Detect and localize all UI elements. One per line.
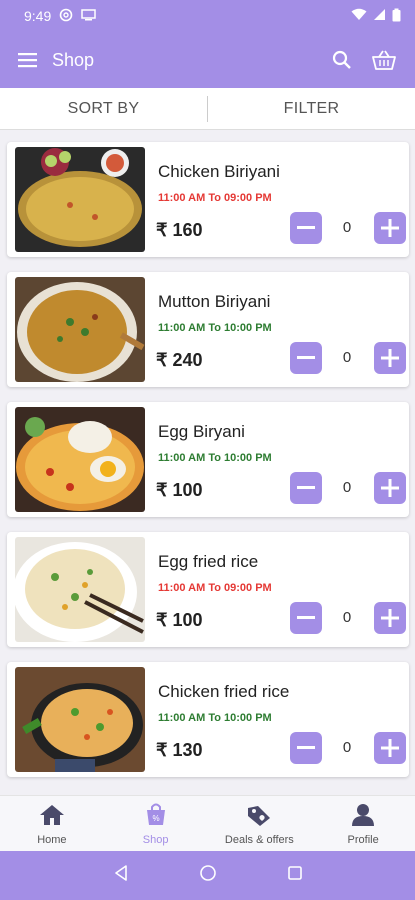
product-name: Chicken Biriyani xyxy=(158,162,280,181)
increase-quantity-button[interactable] xyxy=(374,602,406,634)
status-time: 9:49 xyxy=(24,8,52,24)
page-title: Shop xyxy=(52,49,95,70)
screen-icon xyxy=(81,8,96,24)
nav-deals-label: Deals & offers xyxy=(224,834,294,846)
decrease-quantity-button[interactable] xyxy=(290,342,322,374)
increase-quantity-button[interactable] xyxy=(374,212,406,244)
deals-tag-icon xyxy=(246,804,272,831)
nav-home-label: Home xyxy=(37,834,67,846)
decrease-quantity-button[interactable] xyxy=(290,602,322,634)
product-price: ₹ 130 xyxy=(156,740,203,760)
product-image xyxy=(15,147,145,252)
product-image xyxy=(15,277,145,382)
nav-shop[interactable]: % Shop xyxy=(104,796,208,852)
product-card[interactable]: Egg fried rice 11:00 AM To 09:00 PM ₹ 10… xyxy=(7,532,409,647)
product-name: Egg fried rice xyxy=(158,552,259,571)
sort-filter-bar: SORT BY FILTER xyxy=(0,88,415,130)
product-card[interactable]: Chicken Biriyani 11:00 AM To 09:00 PM ₹ … xyxy=(7,142,409,257)
product-timing: 11:00 AM To 10:00 PM xyxy=(158,712,272,724)
product-image xyxy=(15,537,145,642)
decrease-quantity-button[interactable] xyxy=(290,472,322,504)
product-name: Chicken fried rice xyxy=(158,682,290,701)
increase-quantity-button[interactable] xyxy=(374,732,406,764)
product-name: Egg Biryani xyxy=(158,422,245,441)
decrease-quantity-button[interactable] xyxy=(290,732,322,764)
signal-icon xyxy=(373,8,386,24)
product-image xyxy=(15,407,145,512)
wifi-icon xyxy=(351,8,367,24)
product-image xyxy=(15,667,145,772)
shop-bag-icon: % xyxy=(144,802,168,831)
increase-quantity-button[interactable] xyxy=(374,342,406,374)
battery-icon xyxy=(392,8,401,25)
product-timing: 11:00 AM To 10:00 PM xyxy=(158,322,272,334)
status-bar: 9:49 xyxy=(0,0,415,32)
recents-icon[interactable] xyxy=(287,865,303,886)
home-icon xyxy=(39,804,65,831)
at-sign-icon xyxy=(59,8,73,25)
quantity-value: 0 xyxy=(342,739,352,756)
product-timing: 11:00 AM To 09:00 PM xyxy=(158,192,272,204)
quantity-value: 0 xyxy=(342,349,352,366)
product-timing: 11:00 AM To 10:00 PM xyxy=(158,452,272,464)
decrease-quantity-button[interactable] xyxy=(290,212,322,244)
app-bar: Shop xyxy=(0,32,415,88)
nav-profile-label: Profile xyxy=(347,834,379,846)
quantity-value: 0 xyxy=(342,219,352,236)
basket-icon[interactable] xyxy=(369,45,399,75)
quantity-value: 0 xyxy=(342,609,352,626)
product-card[interactable]: Chicken fried rice 11:00 AM To 10:00 PM … xyxy=(7,662,409,777)
product-card[interactable]: Egg Biryani 11:00 AM To 10:00 PM ₹ 100 0 xyxy=(7,402,409,517)
product-price: ₹ 100 xyxy=(156,610,203,630)
filter-button[interactable]: FILTER xyxy=(208,100,415,118)
search-icon[interactable] xyxy=(327,45,357,75)
nav-deals[interactable]: Deals & offers xyxy=(208,796,312,852)
profile-icon xyxy=(351,802,375,831)
sort-by-button[interactable]: SORT BY xyxy=(0,100,207,118)
product-price: ₹ 100 xyxy=(156,480,203,500)
product-timing: 11:00 AM To 09:00 PM xyxy=(158,582,272,594)
product-price: ₹ 240 xyxy=(156,350,203,370)
quantity-value: 0 xyxy=(342,479,352,496)
nav-home[interactable]: Home xyxy=(0,796,104,852)
product-name: Mutton Biriyani xyxy=(158,292,271,311)
nav-profile[interactable]: Profile xyxy=(311,796,415,852)
system-navigation-bar xyxy=(0,851,415,900)
product-price: ₹ 160 xyxy=(156,220,203,240)
svg-text:%: % xyxy=(152,814,159,823)
back-icon[interactable] xyxy=(113,865,129,886)
menu-icon[interactable] xyxy=(18,52,38,68)
product-card[interactable]: Mutton Biriyani 11:00 AM To 10:00 PM ₹ 2… xyxy=(7,272,409,387)
home-circle-icon[interactable] xyxy=(199,864,217,887)
increase-quantity-button[interactable] xyxy=(374,472,406,504)
bottom-navigation: Home % Shop Deals & offers Profile xyxy=(0,795,415,852)
nav-shop-label: Shop xyxy=(142,834,169,846)
